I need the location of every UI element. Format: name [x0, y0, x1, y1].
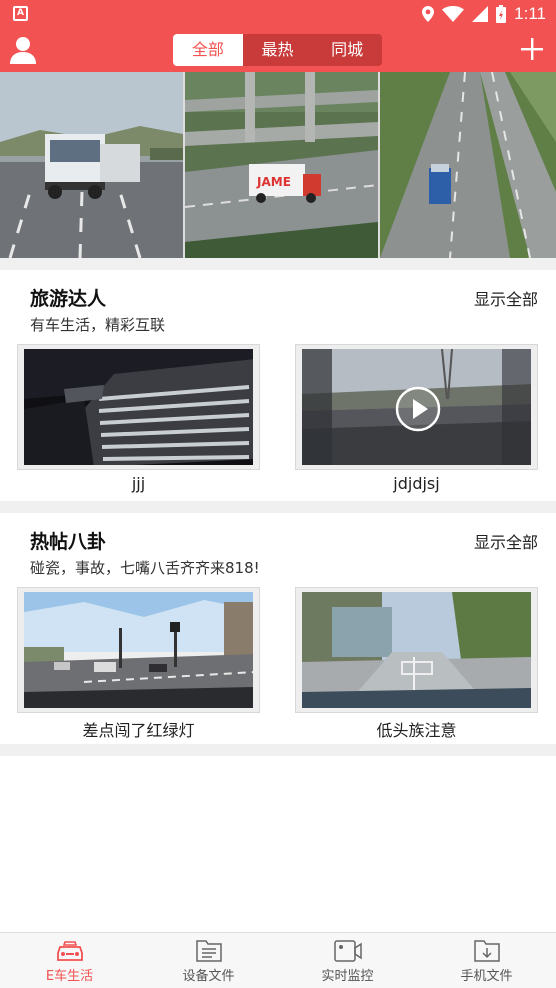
status-bar: A 1:11	[0, 0, 556, 28]
add-icon[interactable]	[520, 37, 544, 61]
user-profile-icon[interactable]	[10, 36, 36, 64]
banner-carousel[interactable]: JAME	[0, 72, 556, 258]
nav-label: 设备文件	[182, 969, 235, 984]
section-subtitle: 有车生活，精彩互联	[30, 316, 166, 334]
banner-image-interchange: JAME	[185, 72, 378, 258]
banner-image-truck	[0, 72, 183, 258]
battery-icon	[496, 5, 507, 23]
video-thumbnail[interactable]	[295, 344, 538, 470]
video-caption: 差点闯了红绿灯	[82, 721, 195, 740]
signal-icon	[472, 6, 489, 22]
tab-local[interactable]: 同城	[312, 34, 382, 66]
video-thumbnail[interactable]	[17, 587, 260, 713]
car-icon	[56, 941, 83, 961]
wifi-icon	[442, 6, 465, 22]
svg-text:JAME: JAME	[256, 175, 291, 189]
nav-label: 实时监控	[321, 969, 374, 984]
video-thumbnail[interactable]	[295, 587, 538, 713]
bottom-navigation: E车生活 设备文件 实时监控 手机文件	[0, 932, 556, 988]
nav-item-e-car-life[interactable]: E车生活	[0, 933, 139, 988]
section-title: 热帖八卦	[30, 531, 107, 553]
section-divider	[0, 744, 556, 756]
tab-all[interactable]: 全部	[173, 34, 243, 66]
video-card[interactable]: jjj	[17, 344, 260, 493]
section-subtitle: 碰瓷，事故，七嘴八舌齐齐来818!	[30, 559, 260, 577]
app-notification-icon: A	[13, 6, 28, 21]
section-hot-gossip: 热帖八卦 碰瓷，事故，七嘴八舌齐齐来818! 显示全部 差点闯了红绿灯 低头族注…	[0, 513, 556, 744]
clock: 1:11	[514, 4, 546, 23]
nav-item-phone-files[interactable]: 手机文件	[417, 933, 556, 988]
show-all-link[interactable]: 显示全部	[474, 529, 538, 553]
location-icon	[422, 6, 435, 22]
top-app-bar: 全部 最热 同城	[0, 28, 556, 72]
folder-doc-icon	[195, 940, 222, 962]
video-caption: jdjdjsj	[393, 474, 440, 493]
video-camera-icon	[333, 940, 362, 962]
category-tabs: 全部 最热 同城	[173, 34, 382, 66]
play-icon[interactable]	[394, 385, 442, 433]
show-all-link[interactable]: 显示全部	[474, 286, 538, 310]
nav-item-live-monitor[interactable]: 实时监控	[278, 933, 417, 988]
video-thumbnail[interactable]	[17, 344, 260, 470]
video-card[interactable]: 差点闯了红绿灯	[17, 587, 260, 741]
banner-image-highway	[380, 72, 556, 258]
video-card[interactable]: 低头族注意	[295, 587, 538, 741]
tab-hottest[interactable]: 最热	[243, 34, 313, 66]
folder-download-icon	[473, 940, 500, 962]
section-title: 旅游达人	[30, 288, 107, 310]
system-icons: 1:11	[422, 2, 546, 26]
section-travel-experts: 旅游达人 有车生活，精彩互联 显示全部 jjj jdjdjsj	[0, 270, 556, 501]
section-divider	[0, 258, 556, 270]
nav-item-device-files[interactable]: 设备文件	[139, 933, 278, 988]
video-caption: jjj	[131, 474, 146, 493]
video-card[interactable]: jdjdjsj	[295, 344, 538, 493]
section-divider	[0, 501, 556, 513]
video-caption: 低头族注意	[376, 721, 457, 740]
nav-label: E车生活	[45, 969, 94, 984]
nav-label: 手机文件	[460, 969, 513, 984]
